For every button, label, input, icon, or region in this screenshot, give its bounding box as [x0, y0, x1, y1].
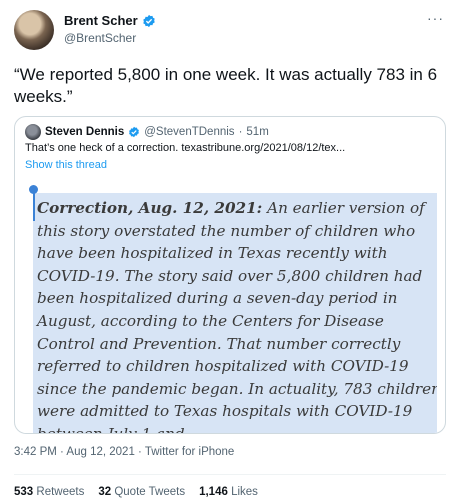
tweet-text: “We reported 5,800 in one week. It was a… [14, 65, 438, 106]
quoted-author-name[interactable]: Steven Dennis [45, 126, 124, 138]
quote-tweets-stat[interactable]: 32 Quote Tweets [98, 486, 185, 498]
tweet-timestamp[interactable]: 3:42 PM · Aug 12, 2021 · Twitter for iPh… [14, 446, 234, 458]
quoted-tweet-header: Steven Dennis @StevenTDennis · 51m [25, 124, 269, 140]
selection-caret-line [33, 191, 35, 221]
likes-label: Likes [231, 486, 258, 498]
correction-body: An earlier version of this story oversta… [37, 199, 437, 434]
likes-stat[interactable]: 1,146 Likes [199, 486, 258, 498]
quoted-separator: · [238, 126, 243, 138]
quoted-tweet-image[interactable]: Correction, Aug. 12, 2021: An earlier ve… [23, 185, 437, 434]
retweets-label: Retweets [36, 486, 85, 498]
quoted-author-handle[interactable]: @StevenTDennis [144, 126, 234, 138]
author-name-row: Brent Scher [64, 13, 156, 28]
quote-tweets-count: 32 [98, 486, 112, 498]
correction-notice: Correction, Aug. 12, 2021: An earlier ve… [37, 197, 437, 434]
likes-count: 1,146 [199, 486, 228, 498]
quoted-tweet[interactable]: Steven Dennis @StevenTDennis · 51m That’… [14, 116, 446, 434]
tweet-author: Brent Scher @BrentScher ··· [14, 10, 446, 54]
author-avatar[interactable] [14, 10, 54, 50]
quoted-timestamp[interactable]: 51m [246, 126, 268, 138]
more-options-icon[interactable]: ··· [427, 10, 444, 26]
author-name[interactable]: Brent Scher [64, 13, 138, 28]
quoted-verified-badge-icon [129, 126, 140, 138]
author-handle[interactable]: @BrentScher [64, 31, 136, 45]
selection-handle-icon [29, 185, 38, 194]
quoted-tweet-text: That’s one heck of a correction. texastr… [25, 142, 346, 154]
verified-badge-icon [142, 14, 155, 27]
retweets-stat[interactable]: 533 Retweets [14, 486, 84, 498]
show-thread-link[interactable]: Show this thread [25, 159, 107, 171]
quoted-author-avatar[interactable] [25, 124, 41, 140]
tweet-stats: 533 Retweets 32 Quote Tweets 1,146 Likes [14, 486, 258, 498]
divider [14, 474, 446, 475]
quote-tweets-label: Quote Tweets [114, 486, 186, 498]
retweets-count: 533 [14, 486, 34, 498]
correction-lead: Correction, Aug. 12, 2021: [37, 199, 263, 217]
